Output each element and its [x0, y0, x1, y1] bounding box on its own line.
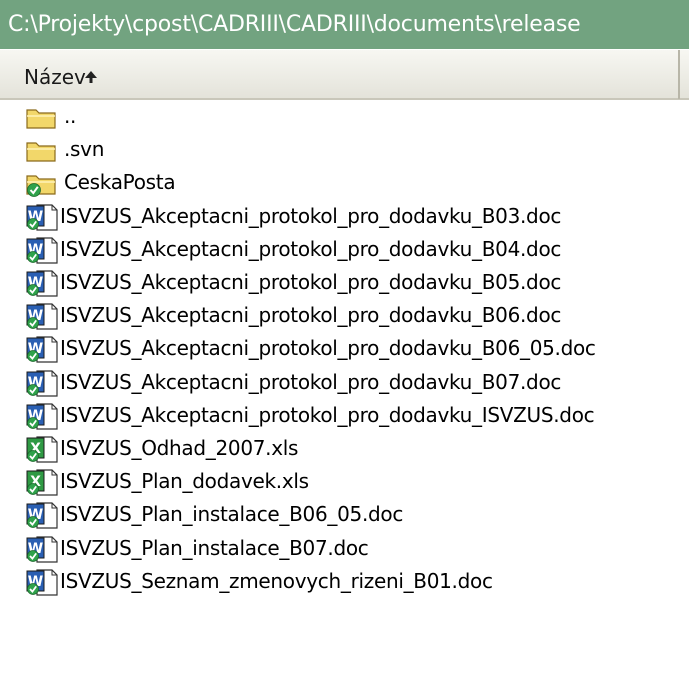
file-row[interactable]: CeskaPosta: [0, 166, 689, 199]
file-name: ISVZUS_Akceptacni_protokol_pro_dodavku_B…: [60, 370, 562, 394]
file-row[interactable]: W ISVZUS_Akceptacni_protokol_pro_dodavku_…: [0, 299, 689, 332]
file-name: ISVZUS_Akceptacni_protokol_pro_dodavku_B…: [60, 303, 562, 327]
file-name: ISVZUS_Akceptacni_protokol_pro_dodavku_B…: [60, 270, 562, 294]
sort-ascending-arrow-icon: [85, 71, 97, 83]
file-name: ISVZUS_Akceptacni_protokol_pro_dodavku_I…: [60, 403, 595, 427]
file-name: ISVZUS_Plan_instalace_B07.doc: [60, 536, 369, 560]
svn-folder-icon: [25, 170, 59, 197]
word-document-icon: W: [25, 270, 59, 297]
file-row[interactable]: W ISVZUS_Akceptacni_protokol_pro_dodavku_…: [0, 233, 689, 266]
file-row[interactable]: W ISVZUS_Akceptacni_protokol_pro_dodavku_…: [0, 332, 689, 365]
file-row[interactable]: W ISVZUS_Plan_instalace_B07.doc: [0, 532, 689, 565]
word-document-icon: W: [25, 370, 59, 397]
file-name: ISVZUS_Seznam_zmenovych_rizeni_B01.doc: [60, 569, 493, 593]
file-row[interactable]: X ISVZUS_Odhad_2007.xls: [0, 432, 689, 465]
folder-up-icon: [25, 104, 59, 131]
file-row[interactable]: W ISVZUS_Akceptacni_protokol_pro_dodavku_…: [0, 366, 689, 399]
word-document-icon: W: [25, 336, 59, 363]
file-row[interactable]: W ISVZUS_Seznam_zmenovych_rizeni_B01.doc: [0, 565, 689, 598]
word-document-icon: W: [25, 237, 59, 264]
excel-document-icon: X: [25, 436, 59, 463]
word-document-icon: W: [25, 502, 59, 529]
word-document-icon: W: [25, 536, 59, 563]
file-name: .svn: [64, 137, 105, 161]
file-name: ISVZUS_Akceptacni_protokol_pro_dodavku_B…: [60, 336, 596, 360]
word-document-icon: W: [25, 303, 59, 330]
folder-icon: [25, 137, 59, 164]
file-row[interactable]: ..: [0, 100, 689, 133]
column-header-name-label: Název: [24, 65, 86, 89]
column-header-bar: Název: [0, 49, 689, 100]
word-document-icon: W: [25, 569, 59, 596]
word-document-icon: W: [25, 204, 59, 231]
file-row[interactable]: W ISVZUS_Akceptacni_protokol_pro_dodavku_…: [0, 266, 689, 299]
file-row[interactable]: X ISVZUS_Plan_dodavek.xls: [0, 465, 689, 498]
column-header-name[interactable]: Název: [0, 50, 680, 99]
file-row[interactable]: W ISVZUS_Akceptacni_protokol_pro_dodavku_…: [0, 399, 689, 432]
file-name: ISVZUS_Plan_dodavek.xls: [60, 469, 309, 493]
file-row[interactable]: W ISVZUS_Plan_instalace_B06_05.doc: [0, 498, 689, 531]
word-document-icon: W: [25, 403, 59, 430]
excel-document-icon: X: [25, 469, 59, 496]
file-row[interactable]: .svn: [0, 133, 689, 166]
file-name: ISVZUS_Plan_instalace_B06_05.doc: [60, 502, 404, 526]
file-row[interactable]: W ISVZUS_Akceptacni_protokol_pro_dodavku_…: [0, 200, 689, 233]
file-name: CeskaPosta: [64, 170, 176, 194]
file-name: ..: [64, 104, 77, 128]
window-title: C:\Projekty\cpost\CADRIII\CADRIII\docume…: [0, 0, 689, 49]
file-name: ISVZUS_Akceptacni_protokol_pro_dodavku_B…: [60, 204, 562, 228]
file-name: ISVZUS_Odhad_2007.xls: [60, 436, 299, 460]
file-name: ISVZUS_Akceptacni_protokol_pro_dodavku_B…: [60, 237, 562, 261]
